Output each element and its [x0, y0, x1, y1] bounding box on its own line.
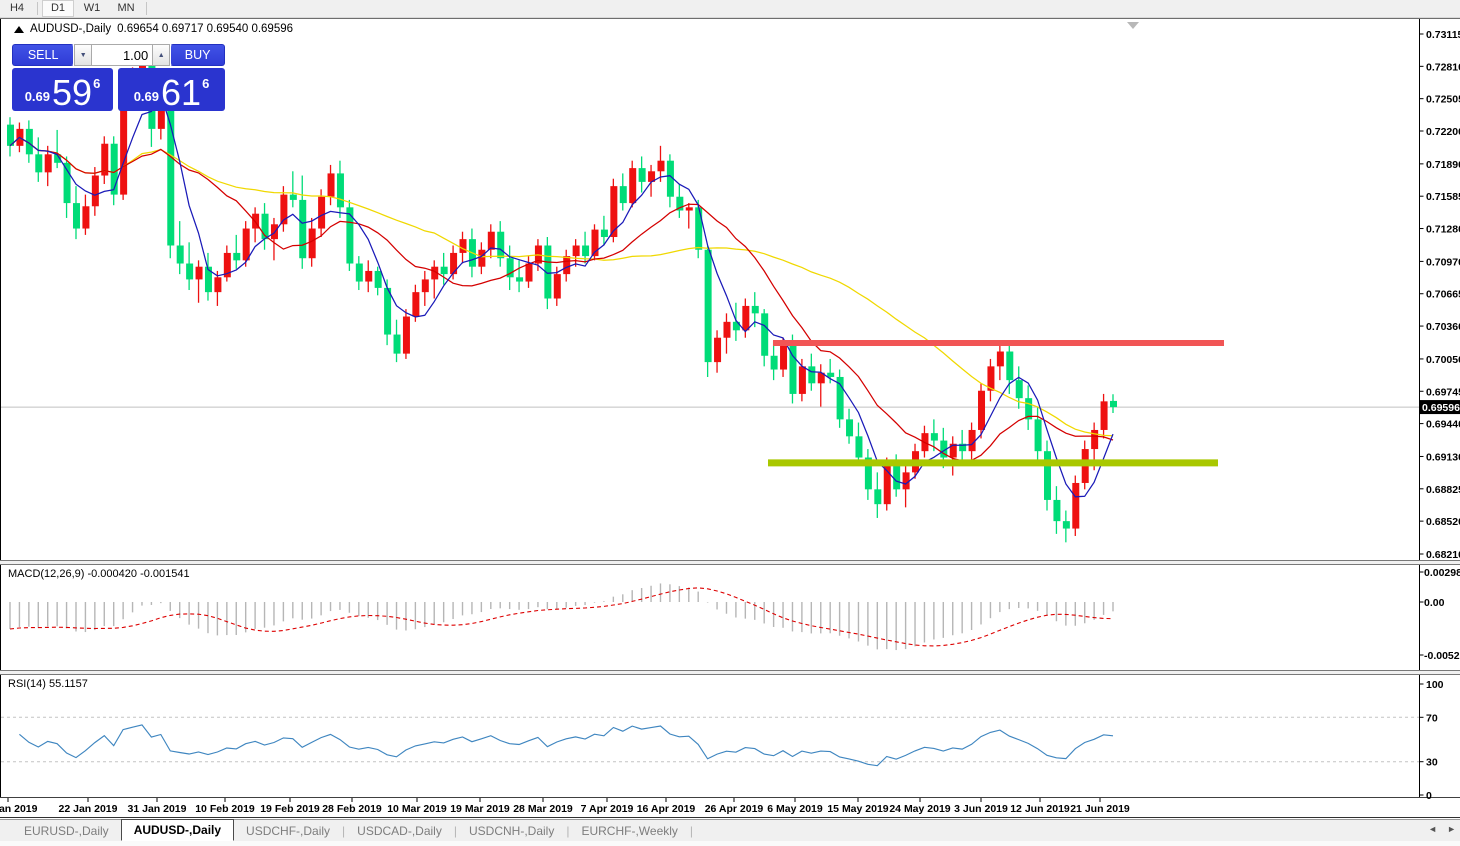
- timeframe-button-w1[interactable]: W1: [76, 0, 108, 17]
- macd-pane: 0.002984 0.00 -0.005256: [10, 567, 1460, 662]
- one-click-trading-panel: SELL ▼ ▲ BUY 0.69 59 6 0.69 61 6: [12, 44, 225, 108]
- date-axis-label: 26 Apr 2019: [705, 803, 764, 815]
- price-axis-label: 0.70360: [1426, 321, 1460, 333]
- buy-price-prefix: 0.69: [134, 89, 159, 104]
- current-price-tag-text: 0.69596: [1422, 402, 1460, 414]
- buy-price-pipette: 6: [202, 76, 209, 91]
- macd-axis-label: 0.00: [1424, 597, 1445, 609]
- chart-tab-eurusd[interactable]: EURUSD-,Daily: [12, 820, 121, 841]
- macd-indicator-label: MACD(12,26,9) -0.000420 -0.001541: [8, 568, 190, 580]
- rsi-axis-label: 70: [1426, 712, 1438, 724]
- date-axis-label: 15 May 2019: [827, 803, 888, 815]
- price-axis-label: 0.71280: [1426, 224, 1460, 236]
- price-axis-label: 0.72505: [1426, 94, 1460, 106]
- buy-price-display[interactable]: 0.69 61 6: [118, 68, 225, 111]
- chart-tab-usdcnh[interactable]: USDCNH-,Daily: [457, 820, 566, 841]
- sell-price-main: 59: [52, 78, 92, 108]
- date-axis-label: 3 Jun 2019: [954, 803, 1008, 815]
- timeframe-button-mn[interactable]: MN: [110, 0, 142, 17]
- chart-shift-marker-icon[interactable]: [1127, 22, 1139, 29]
- date-axis[interactable]: 13 Jan 2019 22 Jan 2019 31 Jan 2019 10 Feb …: [0, 798, 1130, 815]
- price-axis-label: 0.72200: [1426, 126, 1460, 138]
- date-axis-label: 28 Mar 2019: [513, 803, 573, 815]
- chart-ohlc-values: 0.69654 0.69717 0.69540 0.69596: [117, 23, 293, 35]
- tab-scroll-right-icon[interactable]: ►: [1447, 824, 1456, 834]
- timeframe-button-h4[interactable]: H4: [1, 0, 33, 17]
- chart-header: AUDUSD-,Daily 0.69654 0.69717 0.69540 0.…: [14, 23, 293, 35]
- date-axis-label: 13 Jan 2019: [0, 803, 38, 815]
- volume-decrease-button[interactable]: ▼: [74, 44, 92, 66]
- timeframe-button-d1[interactable]: D1: [42, 0, 74, 17]
- date-axis-label: 31 Jan 2019: [128, 803, 187, 815]
- sell-button[interactable]: SELL: [12, 44, 74, 66]
- tab-separator: |: [690, 820, 693, 841]
- rsi-indicator-label: RSI(14) 55.1157: [8, 678, 88, 690]
- sell-price-prefix: 0.69: [25, 89, 50, 104]
- date-axis-label: 10 Mar 2019: [387, 803, 447, 815]
- buy-price-main: 61: [161, 78, 201, 108]
- macd-axis-label: -0.005256: [1424, 650, 1460, 662]
- rsi-axis-label: 100: [1426, 679, 1444, 691]
- tab-scroll-buttons: ◄ ►: [1428, 824, 1456, 834]
- collapse-panel-icon[interactable]: [14, 26, 24, 33]
- timeframe-toolbar: H4 D1W1MN: [0, 0, 1460, 18]
- macd-signal-line: [10, 588, 1113, 646]
- rsi-axis-label: 30: [1426, 757, 1438, 769]
- chart-tab-audusd[interactable]: AUDUSD-,Daily: [121, 819, 234, 841]
- ma-line-fast[interactable]: [10, 95, 1113, 497]
- price-axis-label: 0.69130: [1426, 451, 1460, 463]
- price-axis-label: 0.70970: [1426, 256, 1460, 268]
- rsi-pane: 100 70 30 0: [1, 679, 1444, 802]
- price-axis-label: 0.72810: [1426, 61, 1460, 73]
- price-axis-label: 0.73115: [1426, 29, 1460, 41]
- price-axis-label: 0.71585: [1426, 191, 1460, 203]
- date-axis-label: 19 Feb 2019: [260, 803, 320, 815]
- buy-button[interactable]: BUY: [170, 44, 225, 66]
- date-axis-label: 6 May 2019: [767, 803, 823, 815]
- chart-tab-usdchf[interactable]: USDCHF-,Daily: [234, 820, 342, 841]
- price-axis-label: 0.69745: [1426, 386, 1460, 398]
- date-axis-label: 19 Mar 2019: [450, 803, 510, 815]
- macd-axis-label: 0.002984: [1424, 567, 1460, 579]
- chart-tab-bar: EURUSD-,DailyAUDUSD-,DailyUSDCHF-,Daily |…: [0, 819, 1460, 841]
- ma-line-slow[interactable]: [10, 137, 1113, 435]
- date-axis-label: 24 May 2019: [889, 803, 950, 815]
- rsi-axis-label: 0: [1426, 790, 1432, 802]
- chart-tab-eurchf[interactable]: EURCHF-,Weekly: [569, 820, 689, 841]
- tab-scroll-left-icon[interactable]: ◄: [1428, 824, 1437, 834]
- chart-symbol-title: AUDUSD-,Daily: [30, 23, 111, 35]
- price-axis-label: 0.70665: [1426, 289, 1460, 301]
- rsi-line: [19, 725, 1113, 766]
- toolbar-separator: [37, 2, 38, 15]
- date-axis-label: 10 Feb 2019: [195, 803, 255, 815]
- chart-tab-usdcad[interactable]: USDCAD-,Daily: [345, 820, 454, 841]
- toolbar-separator: [146, 2, 147, 15]
- price-axis-label: 0.68520: [1426, 516, 1460, 528]
- price-axis-label: 0.68210: [1426, 549, 1460, 561]
- volume-input[interactable]: [92, 44, 152, 66]
- date-axis-label: 22 Jan 2019: [59, 803, 118, 815]
- volume-increase-button[interactable]: ▲: [152, 44, 170, 66]
- date-axis-label: 16 Apr 2019: [637, 803, 696, 815]
- price-axis-label: 0.69440: [1426, 419, 1460, 431]
- date-axis-label: 12 Jun 2019: [1010, 803, 1070, 815]
- sell-price-pipette: 6: [93, 76, 100, 91]
- date-axis-label: 7 Apr 2019: [581, 803, 634, 815]
- ma-line-medium[interactable]: [10, 137, 1113, 461]
- price-axis[interactable]: 0.73115 0.72810 0.72505 0.72200 0.71890 0.715…: [1420, 29, 1460, 561]
- price-axis-label: 0.70050: [1426, 354, 1460, 366]
- price-axis-label: 0.68825: [1426, 484, 1460, 496]
- sell-price-display[interactable]: 0.69 59 6: [12, 68, 113, 111]
- price-axis-label: 0.71890: [1426, 159, 1460, 171]
- date-axis-label: 21 Jun 2019: [1070, 803, 1130, 815]
- status-strip: [0, 841, 1460, 846]
- chart-canvas[interactable]: 0.73115 0.72810 0.72505 0.72200 0.71890 0.715…: [0, 0, 1460, 846]
- date-axis-label: 28 Feb 2019: [322, 803, 382, 815]
- candles-group: [7, 51, 1117, 542]
- toolbar-divider: [0, 18, 1460, 19]
